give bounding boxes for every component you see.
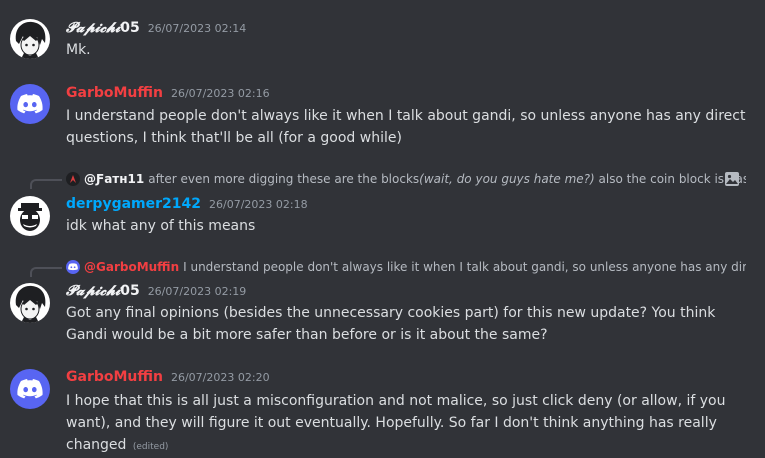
username[interactable]: 𝓟𝓪𝓹𝓲𝓬𝓱𝓲05 — [66, 283, 140, 299]
reply-spine — [30, 179, 62, 189]
timestamp: 26/07/2023 02:16 — [170, 87, 270, 100]
message-content: idk what any of this means — [66, 218, 256, 234]
discord-logo-icon — [17, 379, 43, 399]
message-content: I understand people don't always like it… — [66, 108, 746, 146]
avatar[interactable] — [10, 19, 50, 59]
edited-label: (edited) — [132, 442, 169, 452]
discord-logo-icon — [17, 94, 43, 114]
image-attachment-icon — [725, 172, 739, 186]
reply-spine — [30, 267, 62, 277]
reply-avatar — [66, 260, 80, 274]
reply-text: after even more digging these are the bl… — [148, 172, 746, 186]
reply-text: I understand people don't always like it… — [183, 260, 746, 274]
timestamp: 26/07/2023 02:14 — [147, 22, 247, 35]
message-papichi-1: 𝓟𝓪𝓹𝓲𝓬𝓱𝓲05 26/07/2023 02:14 Mk. — [0, 0, 765, 70]
message-content: I hope that this is all just a misconfig… — [66, 393, 726, 453]
timestamp: 26/07/2023 02:20 — [170, 371, 270, 384]
avatar[interactable] — [10, 84, 50, 124]
message-content: Mk. — [66, 42, 91, 58]
avatar[interactable] — [10, 369, 50, 409]
reply-username[interactable]: @Ƒатн11 — [84, 172, 144, 186]
timestamp: 26/07/2023 02:19 — [147, 285, 247, 298]
timestamp: 26/07/2023 02:18 — [209, 198, 308, 211]
avatar[interactable] — [10, 196, 50, 236]
username[interactable]: 𝓟𝓪𝓹𝓲𝓬𝓱𝓲05 — [66, 20, 140, 36]
reply-preview[interactable]: @Ƒатн11 after even more digging these ar… — [66, 170, 746, 188]
username[interactable]: GarboMuffin — [66, 85, 163, 101]
username[interactable]: GarboMuffin — [66, 369, 163, 385]
avatar[interactable] — [10, 283, 50, 323]
message-content: Got any final opinions (besides the unne… — [66, 305, 716, 343]
reply-preview[interactable]: @GarboMuffin I understand people don't a… — [66, 258, 746, 276]
reply-username[interactable]: @GarboMuffin — [84, 260, 179, 274]
reply-avatar — [66, 172, 80, 186]
username[interactable]: derpygamer2142 — [66, 196, 201, 212]
